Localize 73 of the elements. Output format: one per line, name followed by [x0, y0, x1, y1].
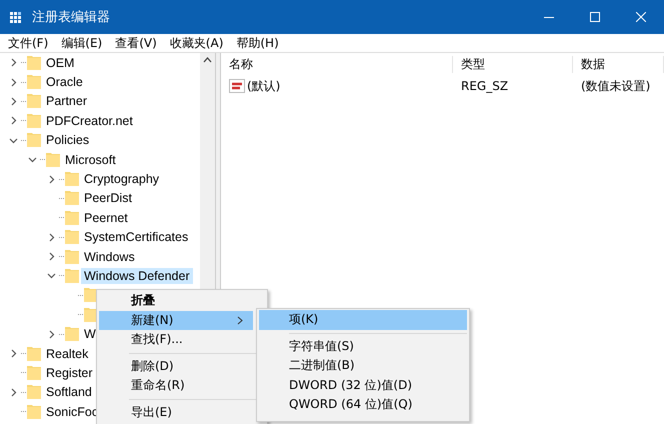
menu-item[interactable]: 项(K): [259, 310, 467, 330]
scroll-up-icon: [203, 57, 212, 63]
tree-item[interactable]: Peernet: [81, 210, 131, 226]
folder-icon: [65, 326, 79, 342]
folder-icon: [65, 229, 79, 246]
folder-icon: [65, 210, 79, 226]
tree-item[interactable]: Cryptography: [81, 171, 162, 188]
chevron-right-icon: [46, 330, 56, 339]
tree-item[interactable]: Partner: [43, 93, 90, 110]
tree-item[interactable]: PDFCreator.net: [43, 112, 136, 129]
chevron-down-icon: [8, 136, 18, 145]
chevron-right-icon: [8, 58, 18, 68]
tree-item[interactable]: Microsoft: [62, 152, 119, 168]
registry-icon: [10, 11, 24, 23]
tree-item[interactable]: Windows: [81, 248, 138, 265]
chevron-right-icon: [46, 174, 56, 184]
menu-item[interactable]: DWORD (32 位)值(D): [259, 376, 467, 395]
table-cell-text: REG_SZ: [460, 79, 510, 93]
menu-bar-item[interactable]: 查看(V): [111, 34, 166, 52]
menu-item[interactable]: 删除(D): [99, 356, 253, 376]
folder-icon: [27, 74, 41, 90]
column-header[interactable]: 数据: [573, 56, 664, 72]
menu-item[interactable]: 字符串值(S): [259, 336, 467, 356]
menu-item[interactable]: QWORD (64 位)值(Q): [259, 395, 467, 414]
chevron-right-icon: [8, 116, 18, 126]
folder-icon: [27, 346, 41, 362]
maximize-icon: [590, 12, 600, 22]
menu-bar-item[interactable]: 文件(F): [4, 34, 58, 52]
chevron-right-icon: [46, 252, 56, 262]
close-icon: [636, 12, 646, 22]
folder-icon: [65, 248, 79, 265]
menu-item[interactable]: 折叠: [99, 291, 253, 310]
folder-icon: [27, 54, 41, 71]
chevron-right-icon: [8, 388, 18, 397]
chevron-right-icon: [8, 349, 18, 358]
folder-icon: [27, 364, 41, 381]
folder-icon: [27, 384, 41, 400]
menu-item[interactable]: 导出(E): [99, 402, 253, 422]
menu-bar-item[interactable]: 帮助(H): [232, 34, 288, 52]
table-cell: (默认): [221, 78, 453, 94]
column-header[interactable]: 名称: [221, 56, 453, 72]
folder-icon: [65, 268, 79, 284]
menu-bar-item[interactable]: 编辑(E): [57, 34, 112, 52]
tree-item[interactable]: Policies: [43, 132, 92, 148]
folder-icon: [27, 93, 41, 110]
tree-item[interactable]: SystemCertificates: [81, 229, 192, 246]
menu-item[interactable]: 新建(N): [99, 310, 253, 330]
folder-icon: [46, 152, 60, 168]
menu-bar-item[interactable]: 收藏夹(A): [166, 34, 232, 52]
folder-icon: [27, 404, 41, 420]
tree-item[interactable]: OEM: [43, 54, 78, 71]
minimize-icon: [544, 16, 554, 18]
tree-item[interactable]: Register: [43, 364, 96, 381]
tree-item[interactable]: Softland: [43, 384, 95, 400]
chevron-right-icon: [46, 232, 56, 242]
tree-item[interactable]: Oracle: [43, 74, 86, 90]
column-header[interactable]: 类型: [453, 56, 573, 72]
table-cell-text: (数值未设置): [580, 78, 652, 94]
folder-icon: [65, 190, 79, 206]
tree-item[interactable]: Realtek: [43, 346, 92, 362]
folder-icon: [65, 171, 79, 188]
menu-item[interactable]: 查找(F)...: [99, 330, 253, 350]
chevron-down-icon: [28, 155, 36, 164]
tree-item[interactable]: W: [81, 326, 99, 342]
tree-item[interactable]: Windows Defender: [81, 268, 193, 284]
tree-item[interactable]: PeerDist: [81, 190, 135, 206]
menu-item[interactable]: 二进制值(B): [259, 356, 467, 376]
window-title: 注册表编辑器: [32, 9, 110, 26]
string-value-icon: [229, 79, 245, 93]
chevron-down-icon: [46, 271, 56, 280]
menu-item[interactable]: 重命名(R): [99, 376, 253, 396]
folder-icon: [27, 112, 41, 129]
folder-icon: [27, 132, 41, 148]
